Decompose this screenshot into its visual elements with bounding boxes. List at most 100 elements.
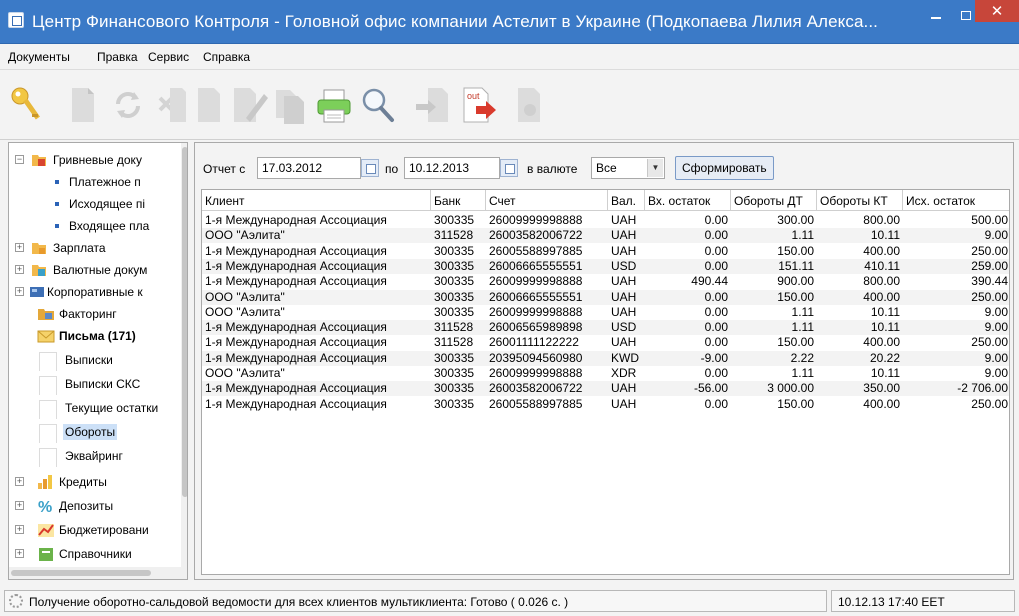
tree-vertical-scrollbar[interactable] (181, 143, 187, 579)
menu-help[interactable]: Справка (203, 50, 250, 64)
cell-opening-balance: 0.00 (704, 335, 728, 350)
cell-debit-turnover: 150.00 (777, 396, 814, 411)
column-header-currency[interactable]: Вал. (608, 190, 645, 211)
currency-select[interactable]: Все ▼ (591, 157, 665, 179)
to-label: по (385, 162, 399, 176)
date-to-input[interactable]: 10.12.2013 (404, 157, 500, 179)
table-row[interactable]: ООО "Аэлита" 300335 26009999998888 XDR 0.00 1… (202, 366, 1009, 381)
cell-bank: 300335 (434, 350, 475, 365)
column-header-account[interactable]: Счет (486, 190, 608, 211)
cell-closing-balance: 500.00 (971, 213, 1008, 227)
column-header-credit-turnover[interactable]: Обороты КТ (817, 190, 903, 211)
calendar-icon[interactable] (500, 159, 518, 177)
column-header-debit-turnover[interactable]: Обороты ДТ (731, 190, 817, 211)
table-row[interactable]: 1-я Международная Ассоциация 300335 260055… (202, 243, 1009, 259)
expand-icon[interactable]: + (15, 501, 24, 510)
expand-icon[interactable]: + (15, 287, 24, 296)
sign-icon[interactable] (506, 80, 550, 130)
export-out-icon[interactable]: out (456, 80, 500, 130)
tree-item-salary[interactable]: + Зарплата (9, 237, 179, 259)
cell-opening-balance: 0.00 (704, 366, 728, 380)
tree-item-credits[interactable]: + Кредиты (9, 471, 179, 493)
menu-documents[interactable]: Документы (8, 50, 70, 64)
cell-account: 26001111122222 (489, 335, 579, 350)
tree-item-incoming[interactable]: Входящее пла (9, 215, 179, 237)
factoring-icon (37, 306, 54, 322)
cell-closing-balance: 390.44 (971, 274, 1008, 289)
refresh-icon[interactable] (106, 80, 150, 130)
column-header-closing-balance[interactable]: Исх. остаток (903, 190, 1009, 211)
cell-currency: XDR (611, 366, 637, 380)
tree-item-acquiring[interactable]: Эквайринг (9, 445, 179, 467)
search-icon[interactable] (356, 80, 400, 130)
column-header-bank[interactable]: Банк (431, 190, 486, 211)
cell-bank: 300335 (434, 258, 475, 273)
tree-item-deposits[interactable]: + % Депозиты (9, 495, 179, 517)
close-icon[interactable]: ✕ (975, 0, 1019, 22)
cell-bank: 300335 (434, 304, 475, 319)
collapse-icon[interactable]: − (15, 155, 24, 164)
tree-item-statements[interactable]: Выписки (9, 349, 179, 371)
table-row[interactable]: ООО "Аэлита" 311528 26003582006722 UAH 0.00 1… (202, 228, 1009, 244)
cell-client: 1-я Международная Ассоциация (205, 335, 387, 350)
cell-closing-balance: 9.00 (984, 350, 1008, 365)
tree-item-payment-order[interactable]: Платежное п (9, 171, 179, 193)
busy-indicator-icon (9, 594, 23, 608)
cell-client: 1-я Международная Ассоциация (205, 381, 387, 396)
cell-credit-turnover: 10.11 (870, 304, 900, 319)
column-header-client[interactable]: Клиент (202, 190, 431, 211)
table-row[interactable]: 1-я Международная Ассоциация 311528 260065… (202, 320, 1009, 336)
tree-item-letters[interactable]: Письма (171) (9, 325, 179, 347)
tree-item-sks-statements[interactable]: Выписки СКС (9, 373, 179, 395)
table-row[interactable]: 1-я Международная Ассоциация 300335 260099… (202, 213, 1009, 228)
calendar-icon[interactable] (361, 159, 379, 177)
tree-horizontal-scrollbar[interactable] (9, 567, 181, 579)
printer-icon[interactable] (312, 80, 356, 130)
cell-debit-turnover: 1.11 (791, 366, 814, 380)
cell-closing-balance: 250.00 (971, 289, 1008, 304)
tree-item-current-balances[interactable]: Текущие остатки (9, 397, 179, 419)
tree-item-budgeting[interactable]: + Бюджетировани (9, 519, 179, 541)
menu-edit[interactable]: Правка (97, 50, 138, 64)
title-bar: Центр Финансового Контроля - Головной оф… (0, 0, 1019, 44)
delete-icon[interactable] (146, 80, 190, 130)
cell-client: ООО "Аэлита" (205, 228, 285, 243)
table-row[interactable]: 1-я Международная Ассоциация 300335 203950… (202, 350, 1009, 366)
tree-item-outgoing[interactable]: Исходящее пі (9, 193, 179, 215)
table-row[interactable]: ООО "Аэлита" 300335 26009999998888 UAH 0.00 1… (202, 304, 1009, 320)
table-row[interactable]: ООО "Аэлита" 300335 26006665555551 UAH 0.00 1… (202, 289, 1009, 305)
cell-credit-turnover: 20.22 (869, 350, 900, 365)
document-icon[interactable] (60, 80, 104, 130)
expand-icon[interactable]: + (15, 243, 24, 252)
cell-currency: UAH (611, 274, 637, 289)
tree-item-factoring[interactable]: Факторинг (9, 303, 179, 325)
key-icon[interactable] (6, 80, 50, 130)
menu-service[interactable]: Сервис (148, 50, 189, 64)
column-header-opening-balance[interactable]: Вх. остаток (645, 190, 731, 211)
tree-item-references[interactable]: + Справочники (9, 543, 179, 565)
import-icon[interactable] (410, 80, 454, 130)
table-row[interactable]: 1-я Международная Ассоциация 311528 260011… (202, 335, 1009, 350)
cell-credit-turnover: 400.00 (863, 243, 900, 258)
cell-client: ООО "Аэлита" (205, 366, 285, 380)
table-row[interactable]: 1-я Международная Ассоциация 300335 260099… (202, 274, 1009, 289)
date-from-input[interactable]: 17.03.2012 (257, 157, 361, 179)
cell-account: 26005588997885 (489, 396, 583, 411)
cell-client: ООО "Аэлита" (205, 289, 285, 304)
tree-item-uah-documents[interactable]: − Гривневые доку (9, 149, 179, 171)
tree-item-currency-documents[interactable]: + Валютные докум (9, 259, 179, 281)
tree-item-turnovers[interactable]: Обороты (9, 421, 179, 443)
expand-icon[interactable]: + (15, 525, 24, 534)
edit-icon[interactable] (226, 80, 270, 130)
tree-item-corporate-cards[interactable]: + Корпоративные к (9, 281, 179, 303)
chevron-down-icon[interactable]: ▼ (647, 159, 663, 177)
generate-button[interactable]: Сформировать (675, 156, 774, 180)
expand-icon[interactable]: + (15, 265, 24, 274)
copy-icon[interactable] (268, 80, 312, 130)
table-row[interactable]: 1-я Международная Ассоциация 300335 260055… (202, 396, 1009, 412)
document-icon (39, 400, 57, 419)
table-row[interactable]: 1-я Международная Ассоциация 300335 260066… (202, 258, 1009, 274)
table-row[interactable]: 1-я Международная Ассоциация 300335 260035… (202, 381, 1009, 397)
expand-icon[interactable]: + (15, 549, 24, 558)
expand-icon[interactable]: + (15, 477, 24, 486)
